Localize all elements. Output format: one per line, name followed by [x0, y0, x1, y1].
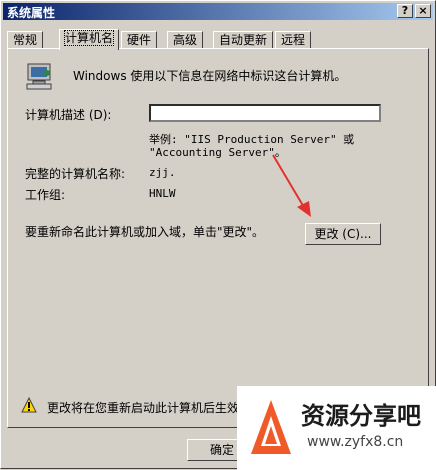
tab-computer-name[interactable]: 计算机名: [59, 29, 120, 50]
system-properties-window: 系统属性 ? × 常规 计算机名 硬件 高级 自动更新 远程 Windows 使…: [0, 0, 436, 470]
tab-auto-update[interactable]: 自动更新: [213, 31, 274, 49]
change-button[interactable]: 更改 (C)...: [305, 223, 381, 245]
watermark-logo-icon: [251, 400, 291, 454]
intro-text: Windows 使用以下信息在网络中标识这台计算机。: [73, 69, 347, 83]
rename-instruction: 要重新命名此计算机或加入域，单击"更改"。: [25, 225, 265, 239]
title-bar[interactable]: 系统属性 ? ×: [3, 3, 433, 20]
tab-general[interactable]: 常规: [7, 31, 44, 49]
annotation-arrow-icon: [272, 154, 311, 217]
tab-hardware[interactable]: 硬件: [121, 31, 158, 49]
tab-remote[interactable]: 远程: [275, 31, 312, 49]
workgroup-label: 工作组:: [25, 188, 66, 202]
restart-warning: 更改将在您重新启动此计算机后生效: [47, 401, 240, 415]
full-name-label: 完整的计算机名称:: [25, 167, 126, 181]
warning-icon: [21, 396, 37, 416]
close-button[interactable]: ×: [415, 4, 431, 18]
watermark-brand: 资源分享吧: [301, 402, 421, 430]
full-name-value: zjj.: [149, 166, 176, 179]
help-button[interactable]: ?: [397, 4, 413, 18]
computer-icon: [25, 61, 57, 93]
watermark: 资源分享吧 www.zyfx8.cn: [237, 386, 436, 470]
description-input[interactable]: [149, 104, 381, 122]
description-label: 计算机描述 (D):: [25, 108, 112, 122]
tab-advanced[interactable]: 高级: [167, 31, 204, 49]
window-title: 系统属性: [7, 6, 56, 20]
workgroup-value: HNLW: [149, 187, 176, 200]
watermark-url: www.zyfx8.cn: [307, 434, 404, 450]
